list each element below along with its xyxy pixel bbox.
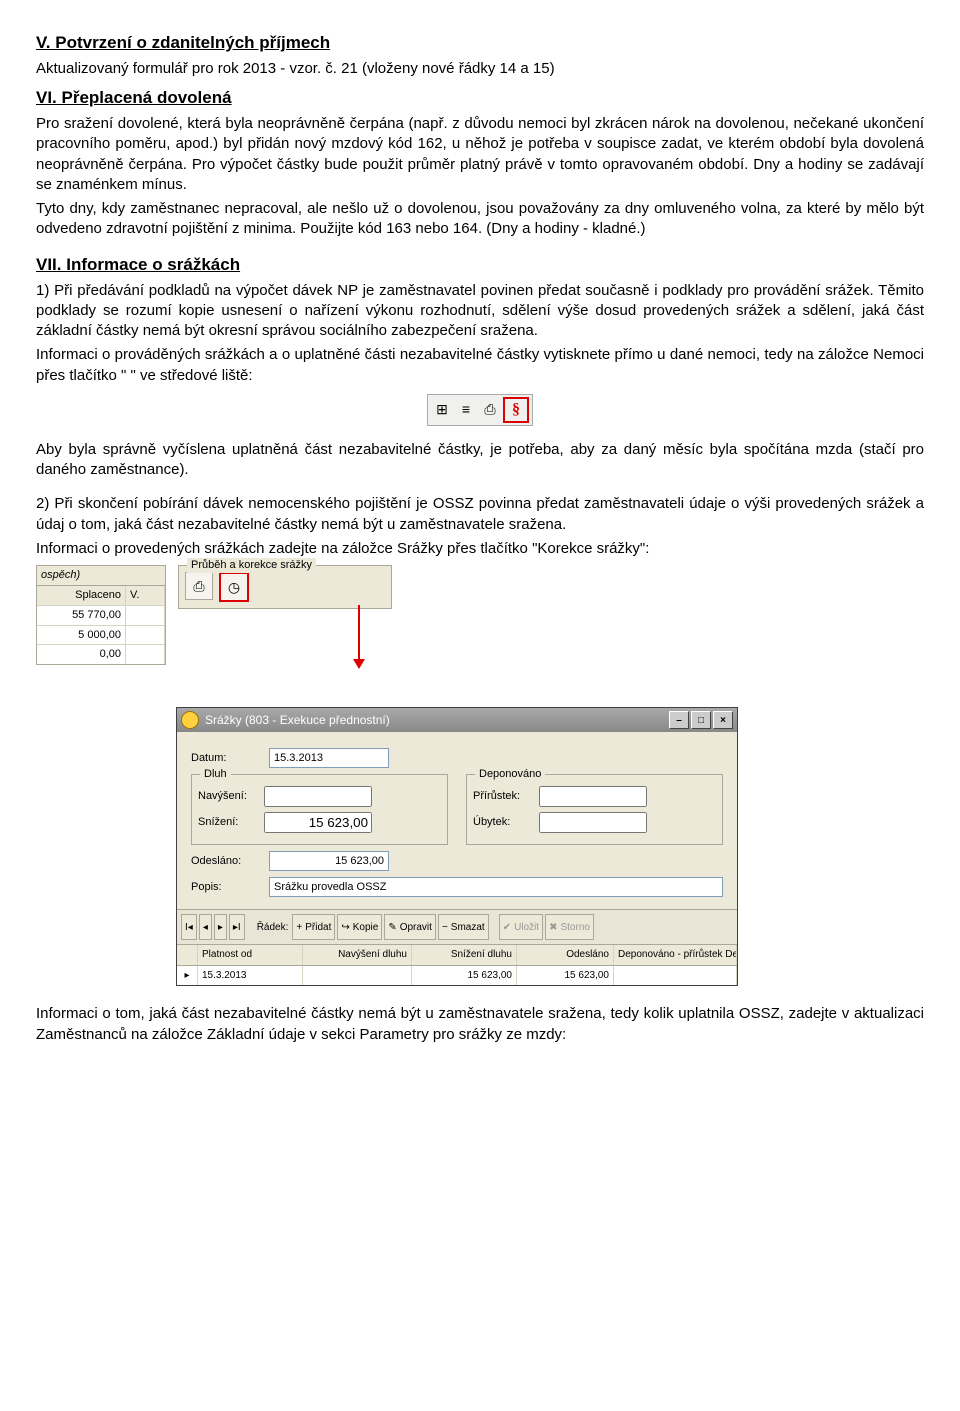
nav-first-button[interactable]: I◂ bbox=[181, 914, 197, 940]
bottom-grid: Platnost od Navýšení dluhu Snížení dluhu… bbox=[177, 944, 737, 985]
section-vi-body2: Tyto dny, kdy zaměstnanec nepracoval, al… bbox=[36, 199, 924, 240]
nav-last-button[interactable]: ▸I bbox=[229, 914, 245, 940]
label-radek: Řádek: bbox=[257, 921, 289, 935]
minimize-button[interactable]: – bbox=[669, 711, 689, 729]
opravit-button[interactable]: ✎Opravit bbox=[384, 914, 436, 940]
gh-odeslano: Odesláno bbox=[517, 945, 614, 965]
dialog-titlebar: Srážky (803 - Exekuce přednostní) – □ × bbox=[177, 708, 737, 732]
label-ubytek: Úbytek: bbox=[473, 815, 539, 830]
section-vii-p1: 1) Při předávání podkladů na výpočet dáv… bbox=[36, 281, 924, 342]
label-datum: Datum: bbox=[191, 751, 269, 766]
section-vi-body1: Pro sražení dovolené, která byla neopráv… bbox=[36, 114, 924, 195]
cell-splaceno-1: 5 000,00 bbox=[37, 626, 126, 645]
gc-marker: ▸ bbox=[177, 966, 198, 986]
grid-icon[interactable]: ⊞ bbox=[431, 399, 453, 421]
gc-snizeni: 15 623,00 bbox=[412, 966, 517, 986]
input-prirustek[interactable] bbox=[539, 786, 647, 807]
dialog-title: Srážky (803 - Exekuce přednostní) bbox=[205, 712, 390, 728]
gh-platnost: Platnost od bbox=[198, 945, 303, 965]
gc-navyseni bbox=[303, 966, 412, 986]
gh-navyseni: Navýšení dluhu bbox=[303, 945, 412, 965]
gc-odeslano: 15 623,00 bbox=[517, 966, 614, 986]
section-vii-p3: 2) Při skončení pobírání dávek nemocensk… bbox=[36, 494, 924, 535]
input-datum[interactable] bbox=[269, 748, 389, 768]
input-ubytek[interactable] bbox=[539, 812, 647, 833]
input-odeslano[interactable] bbox=[269, 851, 389, 871]
close-button[interactable]: × bbox=[713, 711, 733, 729]
maximize-button[interactable]: □ bbox=[691, 711, 711, 729]
legend-dluh: Dluh bbox=[200, 767, 231, 782]
cell-splaceno-2: 0,00 bbox=[37, 645, 126, 664]
nav-prev-button[interactable]: ◂ bbox=[199, 914, 212, 940]
input-snizeni[interactable] bbox=[264, 812, 372, 833]
app-icon bbox=[181, 711, 199, 729]
pridat-button[interactable]: +Přidat bbox=[292, 914, 335, 940]
label-navyseni: Navýšení: bbox=[198, 789, 264, 804]
toolbar-1: ⊞ ≡ ⎙ § bbox=[36, 394, 924, 426]
label-popis: Popis: bbox=[191, 880, 269, 895]
left-frag-head: ospěch) bbox=[36, 565, 166, 586]
section-vii-p2: Aby byla správně vyčíslena uplatněná čás… bbox=[36, 440, 924, 481]
gh-deponovano: Deponováno - přírůstek De. bbox=[614, 945, 737, 965]
label-prirustek: Přírůstek: bbox=[473, 789, 539, 804]
col-v: V. bbox=[126, 586, 165, 605]
screenshot-srazky: ospěch) Splaceno V. 55 770,00 5 000,00 0… bbox=[36, 565, 924, 986]
nav-next-button[interactable]: ▸ bbox=[214, 914, 227, 940]
ulozit-button[interactable]: ✔Uložit bbox=[499, 914, 543, 940]
gc-platnost: 15.3.2013 bbox=[198, 966, 303, 986]
gc-deponovano bbox=[614, 966, 737, 986]
section-v-text: Aktualizovaný formulář pro rok 2013 - vz… bbox=[36, 59, 924, 79]
section-vii-heading: VII. Informace o srážkách bbox=[36, 254, 924, 277]
section-vii-p1b: Informaci o prováděných srážkách a o upl… bbox=[36, 345, 924, 386]
dialog-srazky: Srážky (803 - Exekuce přednostní) – □ × … bbox=[176, 707, 738, 986]
smazat-button[interactable]: −Smazat bbox=[438, 914, 489, 940]
section-v-heading: V. Potvrzení o zdanitelných příjmech bbox=[36, 32, 924, 55]
section-vii-p3b: Informaci o provedených srážkách zadejte… bbox=[36, 539, 924, 559]
paragraph-icon[interactable]: § bbox=[503, 397, 529, 423]
grid-row[interactable]: ▸ 15.3.2013 15 623,00 15 623,00 bbox=[177, 966, 737, 986]
dialog-footbar: I◂ ◂ ▸ ▸I Řádek: +Přidat ↪Kopie ✎Opravit… bbox=[177, 909, 737, 944]
legend-deponovano: Deponováno bbox=[475, 767, 545, 782]
kopie-button[interactable]: ↪Kopie bbox=[337, 914, 382, 940]
col-splaceno: Splaceno bbox=[37, 586, 126, 605]
cell-splaceno-0: 55 770,00 bbox=[37, 606, 126, 625]
label-snizeni: Snížení: bbox=[198, 815, 264, 830]
fieldset-legend-korekce: Průběh a korekce srážky bbox=[187, 558, 316, 573]
input-navyseni[interactable] bbox=[264, 786, 372, 807]
storno-button[interactable]: ✖Storno bbox=[545, 914, 594, 940]
korekce-srazky-button[interactable]: ◷ bbox=[219, 572, 249, 602]
clip-icon[interactable]: ⎙ bbox=[479, 399, 501, 421]
gh-marker bbox=[177, 945, 198, 965]
label-odeslano: Odesláno: bbox=[191, 854, 269, 869]
input-popis[interactable] bbox=[269, 877, 723, 897]
red-arrow bbox=[358, 605, 360, 665]
print-button[interactable]: ⎙ bbox=[185, 572, 213, 600]
left-grid: Splaceno V. 55 770,00 5 000,00 0,00 bbox=[36, 586, 166, 665]
section-vi-heading: VI. Přeplacená dovolená bbox=[36, 87, 924, 110]
gh-snizeni: Snížení dluhu bbox=[412, 945, 517, 965]
section-vii-end: Informaci o tom, jaká část nezabavitelné… bbox=[36, 1004, 924, 1045]
list-icon[interactable]: ≡ bbox=[455, 399, 477, 421]
